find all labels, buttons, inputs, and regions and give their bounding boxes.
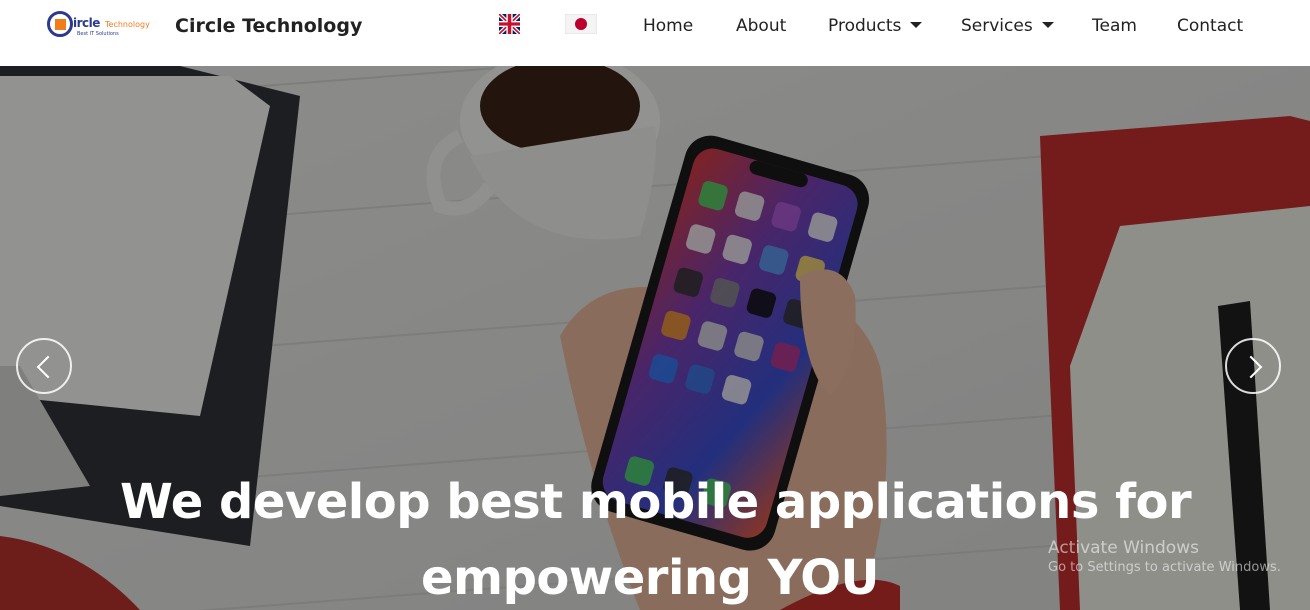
watermark-subtitle: Go to Settings to activate Windows.: [1048, 560, 1281, 575]
company-logo[interactable]: ircle Technology Best IT Solutions: [47, 11, 157, 41]
hero-headline-line2: empowering YOU: [421, 550, 880, 606]
nav-home[interactable]: Home: [643, 16, 693, 36]
hero-carousel: We develop best mobile applications for …: [0, 66, 1310, 610]
nav-products-dropdown[interactable]: Products: [828, 16, 923, 36]
nav-products-label: Products: [828, 16, 902, 36]
hero-headline-line1: We develop best mobile applications for: [120, 474, 1192, 530]
chevron-left-icon: [36, 355, 60, 379]
top-navbar: ircle Technology Best IT Solutions Circl…: [0, 0, 1310, 66]
chevron-right-icon: [1239, 355, 1263, 379]
caret-down-icon: [910, 22, 923, 28]
nav-services-dropdown[interactable]: Services: [961, 16, 1054, 36]
carousel-next-button[interactable]: [1225, 338, 1281, 394]
uk-flag-icon[interactable]: [499, 14, 520, 34]
carousel-prev-button[interactable]: [16, 338, 72, 394]
logo-tagline: Best IT Solutions: [77, 31, 119, 37]
nav-home-label: Home: [643, 16, 694, 36]
nav-about[interactable]: About: [736, 16, 786, 36]
japan-flag-icon[interactable]: [565, 14, 597, 34]
brand-name[interactable]: Circle Technology: [175, 15, 362, 37]
logo-word: ircle: [73, 16, 100, 30]
nav-about-label: About: [736, 16, 787, 36]
nav-contact-label: Contact: [1177, 16, 1244, 36]
logo-suffix: Technology: [105, 20, 150, 29]
logo-square: [55, 19, 66, 30]
nav-services-label: Services: [961, 16, 1033, 36]
hero-headline: We develop best mobile applications for …: [120, 464, 1192, 610]
caret-down-icon: [1041, 22, 1054, 28]
nav-contact[interactable]: Contact: [1177, 16, 1243, 36]
nav-team[interactable]: Team: [1092, 16, 1137, 36]
windows-activation-watermark: Activate Windows Go to Settings to activ…: [1048, 538, 1281, 575]
watermark-title: Activate Windows: [1048, 538, 1199, 558]
nav-team-label: Team: [1092, 16, 1137, 36]
